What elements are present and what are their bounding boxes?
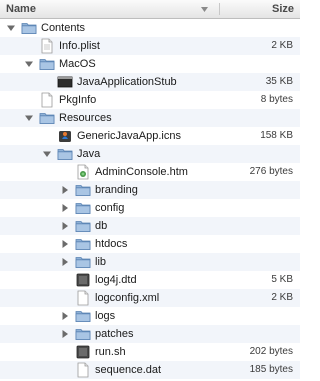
folder-icon (75, 308, 91, 324)
file-row[interactable]: branding (0, 181, 300, 199)
file-icon (75, 344, 91, 360)
disclosure-collapsed-icon[interactable] (60, 221, 70, 231)
file-row[interactable]: patches (0, 325, 300, 343)
folder-icon (39, 110, 55, 126)
file-name: config (95, 202, 125, 214)
file-name: lib (95, 256, 107, 268)
plist-file-icon (39, 38, 55, 54)
file-row[interactable]: Java (0, 145, 300, 163)
sort-descending-icon[interactable] (200, 4, 209, 14)
file-size: 202 bytes (249, 346, 293, 357)
column-divider[interactable] (219, 3, 220, 15)
document-icon (75, 290, 91, 306)
file-row[interactable]: lib (0, 253, 300, 271)
folder-icon (75, 200, 91, 216)
file-name: Contents (41, 22, 86, 34)
file-name: run.sh (95, 346, 126, 358)
disclosure-expanded-icon[interactable] (24, 59, 34, 69)
disclosure-collapsed-icon[interactable] (60, 257, 70, 267)
folder-icon (75, 218, 91, 234)
file-name: Resources (59, 112, 112, 124)
file-name: Info.plist (59, 40, 100, 52)
disclosure-expanded-icon[interactable] (24, 113, 34, 123)
file-row[interactable]: logs (0, 307, 300, 325)
file-size: 5 KB (271, 274, 293, 285)
disclosure-collapsed-icon[interactable] (60, 203, 70, 213)
file-size: 185 bytes (249, 364, 293, 375)
file-row[interactable]: Contents (0, 19, 300, 37)
file-name: logconfig.xml (95, 292, 160, 304)
folder-icon (75, 182, 91, 198)
document-icon (39, 92, 55, 108)
folder-icon (75, 254, 91, 270)
file-name: db (95, 220, 108, 232)
column-header: Name Size (0, 0, 300, 19)
disclosure-collapsed-icon[interactable] (60, 329, 70, 339)
document-icon (75, 362, 91, 378)
file-row[interactable]: JavaApplicationStub 35 KB (0, 73, 300, 91)
file-row[interactable]: config (0, 199, 300, 217)
file-icon (75, 272, 91, 288)
disclosure-collapsed-icon[interactable] (60, 311, 70, 321)
file-row[interactable]: run.sh 202 bytes (0, 343, 300, 361)
file-size: 35 KB (265, 76, 293, 87)
file-row[interactable]: AdminConsole.htm 276 bytes (0, 163, 300, 181)
file-name: branding (95, 184, 138, 196)
html-file-icon (75, 164, 91, 180)
file-size: 8 bytes (260, 94, 293, 105)
file-name: patches (95, 328, 134, 340)
file-name: htdocs (95, 238, 128, 250)
file-name: logs (95, 310, 116, 322)
file-name: AdminConsole.htm (95, 166, 188, 178)
file-size: 2 KB (271, 40, 293, 51)
file-name: Java (77, 148, 101, 160)
file-size: 158 KB (260, 130, 293, 141)
disclosure-collapsed-icon[interactable] (60, 185, 70, 195)
file-size: 276 bytes (249, 166, 293, 177)
size-column-header[interactable]: Size (272, 0, 294, 18)
file-row[interactable]: logconfig.xml 2 KB (0, 289, 300, 307)
file-row[interactable]: Info.plist 2 KB (0, 37, 300, 55)
disclosure-expanded-icon[interactable] (42, 149, 52, 159)
disclosure-expanded-icon[interactable] (6, 23, 16, 33)
executable-icon (57, 74, 73, 90)
folder-icon (21, 20, 37, 36)
name-column-header[interactable]: Name (6, 0, 36, 18)
file-row[interactable]: Resources (0, 109, 300, 127)
file-row[interactable]: GenericJavaApp.icns 158 KB (0, 127, 300, 145)
file-list: Contents Info.plist 2 KB MacOS JavaApplicati… (0, 19, 300, 379)
file-row[interactable]: sequence.dat 185 bytes (0, 361, 300, 379)
file-name: JavaApplicationStub (77, 76, 177, 88)
icns-file-icon (57, 128, 73, 144)
folder-icon (39, 56, 55, 72)
file-row[interactable]: log4j.dtd 5 KB (0, 271, 300, 289)
folder-icon (75, 236, 91, 252)
file-row[interactable]: PkgInfo 8 bytes (0, 91, 300, 109)
disclosure-collapsed-icon[interactable] (60, 239, 70, 249)
file-size: 2 KB (271, 292, 293, 303)
file-name: PkgInfo (59, 94, 97, 106)
file-name: sequence.dat (95, 364, 162, 376)
file-row[interactable]: htdocs (0, 235, 300, 253)
file-name: log4j.dtd (95, 274, 137, 286)
folder-icon (75, 326, 91, 342)
file-row[interactable]: db (0, 217, 300, 235)
file-name: MacOS (59, 58, 96, 70)
folder-icon (57, 146, 73, 162)
file-name: GenericJavaApp.icns (77, 130, 181, 142)
file-row[interactable]: MacOS (0, 55, 300, 73)
